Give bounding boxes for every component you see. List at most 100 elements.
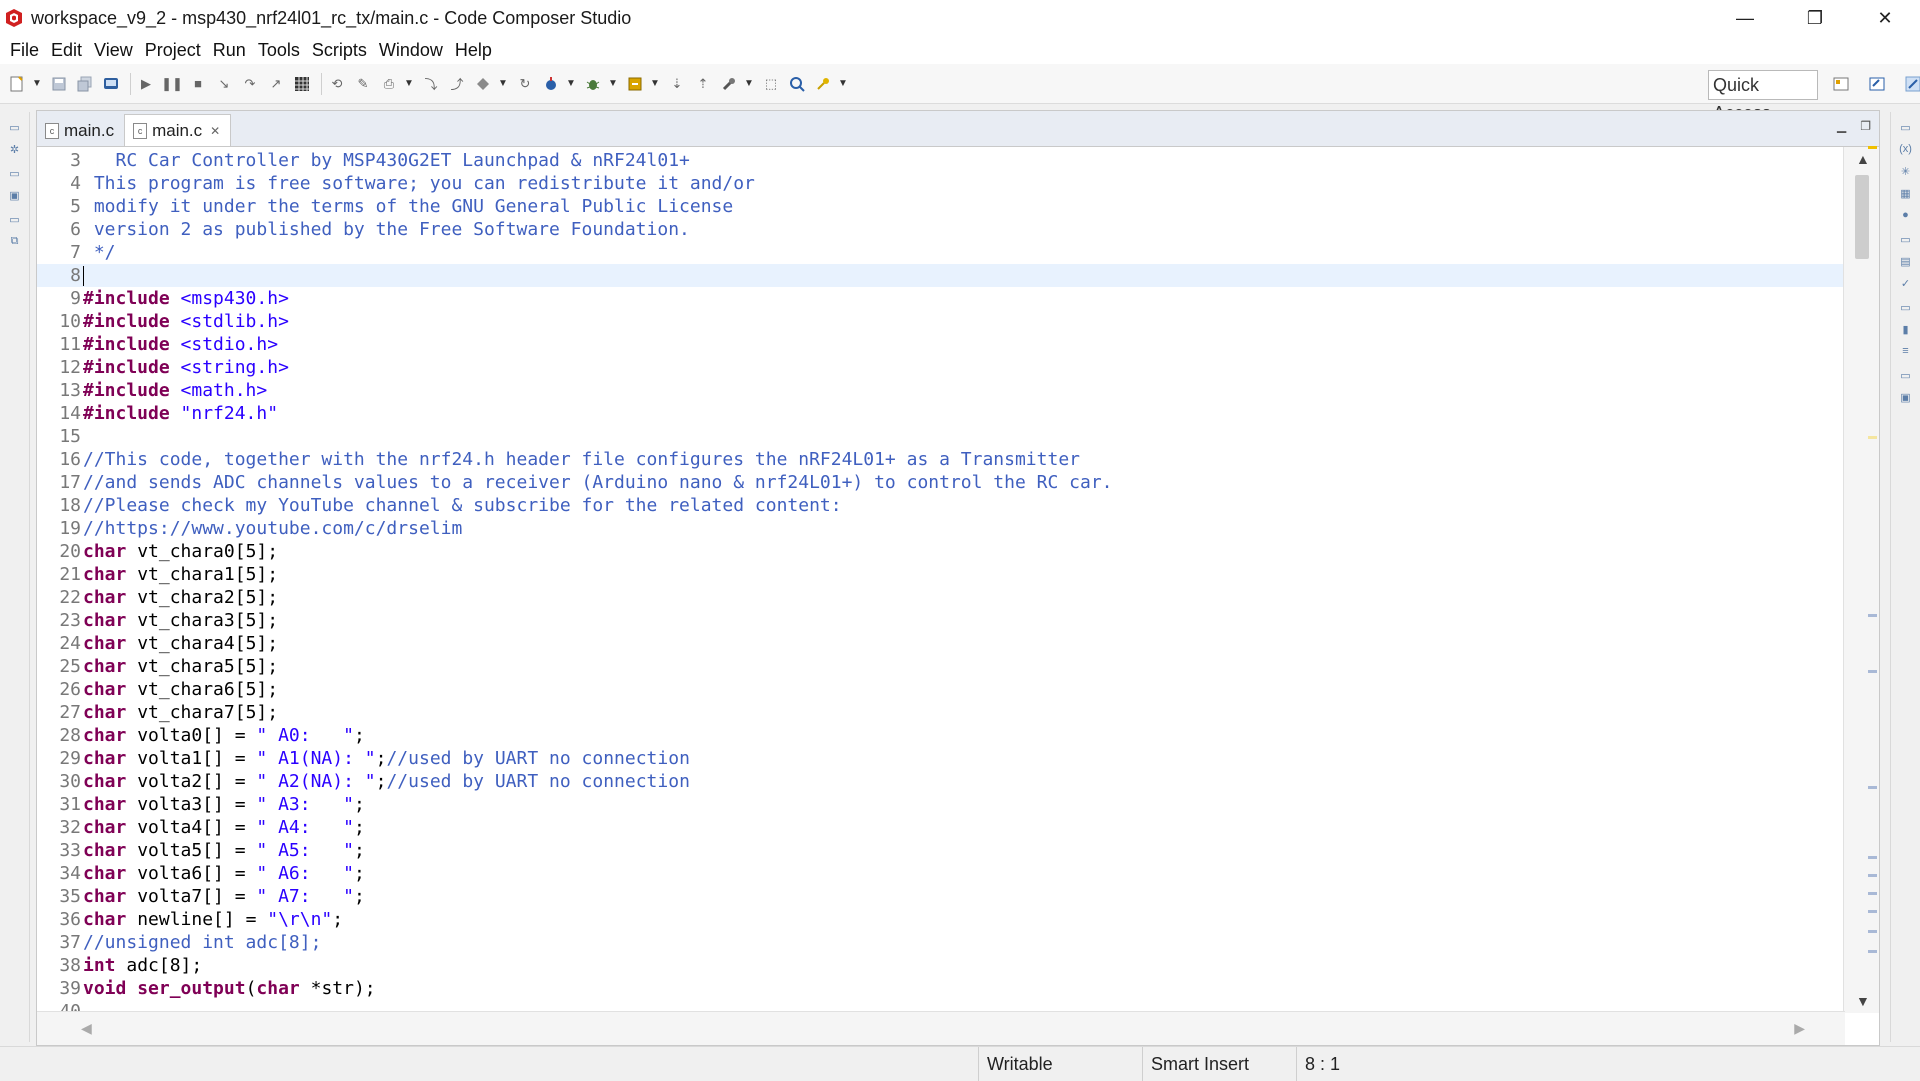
- load-dropdown-icon[interactable]: ▼: [404, 78, 414, 89]
- code-line[interactable]: 37//unsigned int adc[8];: [37, 931, 1845, 954]
- outline-icon[interactable]: ▤: [1897, 252, 1915, 270]
- code-line[interactable]: 27 char vt_chara7[5];: [37, 701, 1845, 724]
- flash-icon[interactable]: [624, 73, 646, 95]
- close-tab-icon[interactable]: ✕: [210, 124, 220, 138]
- code-line[interactable]: 22 char vt_chara2[5];: [37, 586, 1845, 609]
- maximize-editor-icon[interactable]: ❐: [1860, 119, 1871, 133]
- reset-dropdown-icon[interactable]: ▼: [498, 78, 508, 89]
- console-icon[interactable]: ▣: [1897, 388, 1915, 406]
- ruler-mark[interactable]: [1868, 146, 1877, 149]
- project-explorer-icon[interactable]: ✲: [6, 140, 24, 158]
- code-line[interactable]: 30 char volta2[] = " A2(NA): ";//used by …: [37, 770, 1845, 793]
- code-line[interactable]: 34 char volta6[] = " A6: ";: [37, 862, 1845, 885]
- registers-icon[interactable]: ▦: [1897, 184, 1915, 202]
- code-line[interactable]: 31 char volta3[] = " A3: ";: [37, 793, 1845, 816]
- debug-bug-icon[interactable]: [582, 73, 604, 95]
- code-line[interactable]: 12 #include <string.h>: [37, 356, 1845, 379]
- flash-dropdown-icon[interactable]: ▼: [650, 78, 660, 89]
- code-line[interactable]: 10 #include <stdlib.h>: [37, 310, 1845, 333]
- quick-access-field[interactable]: Quick Access: [1708, 70, 1818, 123]
- ruler-mark[interactable]: [1868, 670, 1877, 673]
- code-editor[interactable]: 3 RC Car Controller by MSP430G2ET Launch…: [37, 147, 1845, 1013]
- minimize-button[interactable]: —: [1710, 0, 1780, 36]
- restore-view-icon[interactable]: ▭: [1897, 118, 1915, 136]
- terminate-icon[interactable]: ■: [187, 73, 209, 95]
- load-program-icon[interactable]: ⎙: [378, 73, 400, 95]
- code-line[interactable]: 13 #include <math.h>: [37, 379, 1845, 402]
- menu-tools[interactable]: Tools: [252, 36, 306, 64]
- build-icon[interactable]: [540, 73, 562, 95]
- debug-config-icon[interactable]: [100, 73, 122, 95]
- code-line[interactable]: 33 char volta5[] = " A5: ";: [37, 839, 1845, 862]
- code-line[interactable]: 16//This code, together with the nrf24.h…: [37, 448, 1845, 471]
- scroll-right-icon[interactable]: ▶: [1794, 1020, 1805, 1037]
- menu-scripts[interactable]: Scripts: [306, 36, 373, 64]
- tab-main-c-active[interactable]: c main.c ✕: [124, 114, 232, 146]
- code-line[interactable]: 8: [37, 264, 1845, 287]
- code-line[interactable]: 38 int adc[8];: [37, 954, 1845, 977]
- step-asm-icon[interactable]: ⤵: [420, 73, 442, 95]
- menu-edit[interactable]: Edit: [45, 36, 88, 64]
- ruler-mark[interactable]: [1868, 910, 1877, 913]
- memory-browser-icon[interactable]: ▮: [1897, 320, 1915, 338]
- code-line[interactable]: 35 char volta7[] = " A7: ";: [37, 885, 1845, 908]
- code-line[interactable]: 19//https://www.youtube.com/c/drselim: [37, 517, 1845, 540]
- menu-window[interactable]: Window: [373, 36, 449, 64]
- menu-run[interactable]: Run: [207, 36, 252, 64]
- breakpoints-icon[interactable]: ●: [1897, 206, 1915, 224]
- save-icon[interactable]: [48, 73, 70, 95]
- code-line[interactable]: 15: [37, 425, 1845, 448]
- code-line[interactable]: 11 #include <stdio.h>: [37, 333, 1845, 356]
- open-perspective-button-icon[interactable]: [1830, 73, 1852, 95]
- expressions-icon[interactable]: ✳: [1897, 162, 1915, 180]
- code-line[interactable]: 4 This program is free software; you can…: [37, 172, 1845, 195]
- code-line[interactable]: 5 modify it under the terms of the GNU G…: [37, 195, 1845, 218]
- code-line[interactable]: 28 char volta0[] = " A0: ";: [37, 724, 1845, 747]
- prev-annotation-icon[interactable]: ⇡: [692, 73, 714, 95]
- code-line[interactable]: 3 RC Car Controller by MSP430G2ET Launch…: [37, 149, 1845, 172]
- ruler-mark[interactable]: [1868, 930, 1877, 933]
- ruler-mark[interactable]: [1868, 874, 1877, 877]
- resource-explorer-icon[interactable]: ⧉: [6, 232, 24, 250]
- close-window-button[interactable]: ✕: [1850, 0, 1920, 36]
- ruler-mark[interactable]: [1868, 436, 1877, 439]
- code-line[interactable]: 17//and sends ADC channels values to a r…: [37, 471, 1845, 494]
- tab-main-c[interactable]: c main.c: [37, 116, 124, 146]
- new-dropdown-icon[interactable]: ▼: [32, 78, 42, 89]
- code-line[interactable]: 39 void ser_output(char *str);: [37, 977, 1845, 1000]
- ccs-edit-perspective-icon[interactable]: [1866, 73, 1888, 95]
- step-over-asm-icon[interactable]: ⤴: [446, 73, 468, 95]
- code-line[interactable]: 7 */: [37, 241, 1845, 264]
- status-cursor-position[interactable]: 8 : 1: [1296, 1047, 1446, 1081]
- code-line[interactable]: 36 char newline[] = "\r\n";: [37, 908, 1845, 931]
- new-file-icon[interactable]: [6, 73, 28, 95]
- menu-view[interactable]: View: [88, 36, 139, 64]
- code-line[interactable]: 25 char vt_chara5[5];: [37, 655, 1845, 678]
- code-line[interactable]: 29 char volta1[] = " A1(NA): ";//used by …: [37, 747, 1845, 770]
- ruler-mark[interactable]: [1868, 786, 1877, 789]
- scrollbar-thumb[interactable]: [1855, 175, 1869, 259]
- code-line[interactable]: 23 char vt_chara3[5];: [37, 609, 1845, 632]
- next-annotation-icon[interactable]: ⇣: [666, 73, 688, 95]
- save-all-icon[interactable]: [74, 73, 96, 95]
- tasks-icon[interactable]: ✓: [1897, 274, 1915, 292]
- suspend-icon[interactable]: ❚❚: [161, 73, 183, 95]
- pin-dropdown-icon[interactable]: ▼: [838, 78, 848, 89]
- restore-view-icon[interactable]: ▭: [1897, 366, 1915, 384]
- refresh-icon[interactable]: ↻: [514, 73, 536, 95]
- menu-file[interactable]: File: [4, 36, 45, 64]
- ruler-mark[interactable]: [1868, 856, 1877, 859]
- tools-dropdown-icon[interactable]: ▼: [744, 78, 754, 89]
- disassembly-icon[interactable]: ≡: [1897, 342, 1915, 360]
- pin-icon[interactable]: [812, 73, 834, 95]
- code-line[interactable]: 9 #include <msp430.h>: [37, 287, 1845, 310]
- code-line[interactable]: 32 char volta4[] = " A4: ";: [37, 816, 1845, 839]
- code-line[interactable]: 26 char vt_chara6[5];: [37, 678, 1845, 701]
- target-configurations-icon[interactable]: ▣: [6, 186, 24, 204]
- open-perspective-icon[interactable]: ⬚: [760, 73, 782, 95]
- code-line[interactable]: 14 #include "nrf24.h": [37, 402, 1845, 425]
- scroll-left-icon[interactable]: ◀: [81, 1020, 92, 1037]
- ccs-debug-perspective-icon[interactable]: [1902, 73, 1920, 95]
- restore-view-icon[interactable]: ▭: [6, 210, 24, 228]
- connect-icon[interactable]: ✎: [352, 73, 374, 95]
